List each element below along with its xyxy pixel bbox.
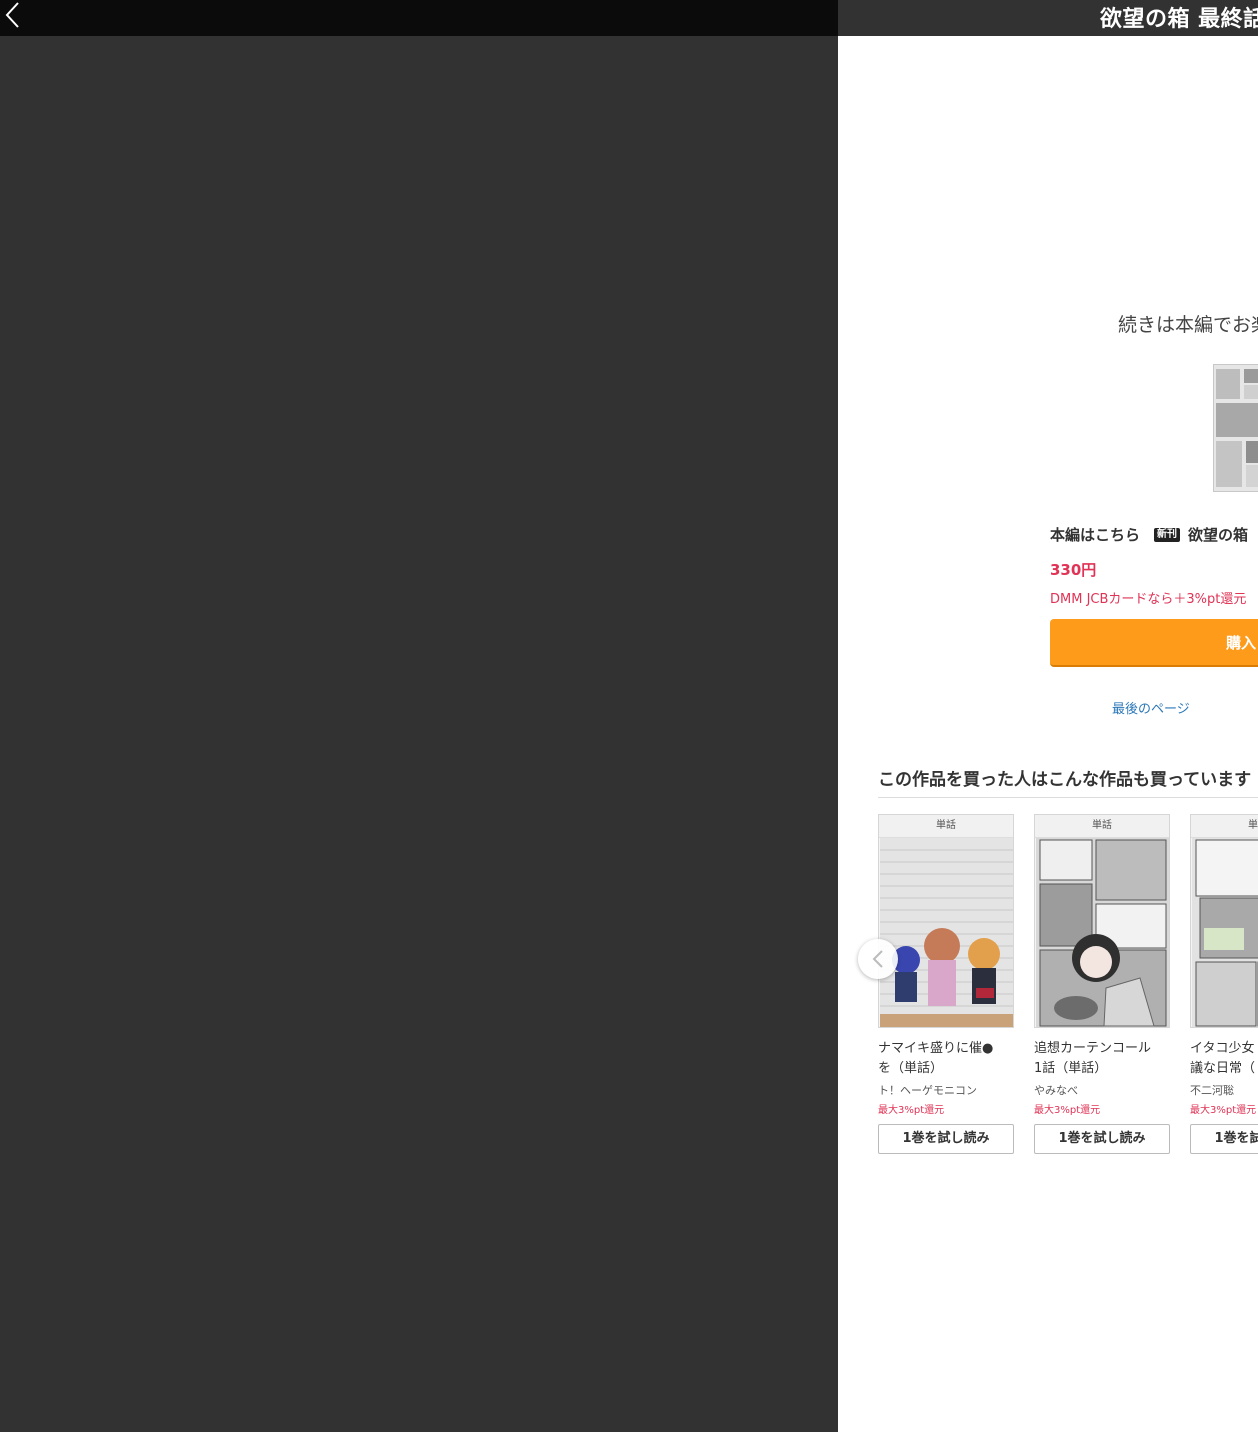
card-points: 最大3%pt還元 — [1034, 1105, 1101, 1116]
card-campaign-note: DMM JCBカードなら＋3%pt還元 — [1050, 592, 1247, 607]
recommendation-card[interactable]: 単話 追想カーテンコール 1話（単話） やみなべ 最大3%pt還元 1巻を試し読… — [1034, 814, 1170, 1154]
end-of-preview-panel: 続きは本編でお楽しみください 本編はこちら 新刊 欲望の箱 330円 DMM J… — [838, 36, 1258, 1432]
main-work-cover[interactable] — [1213, 364, 1258, 492]
recommendation-card[interactable]: 単話 ナマイキ盛りに催● を（単話） ト！ヘーゲモニコン 最大3%pt還元 1巻… — [878, 814, 1014, 1154]
card-title[interactable]: イタコ少女 議な日常（ — [1190, 1039, 1258, 1079]
chevron-left-icon — [872, 950, 883, 968]
card-title-line: を（単話） — [878, 1061, 944, 1076]
card-title-line: ナマイキ盛りに催● — [878, 1041, 994, 1056]
card-cover[interactable]: 単話 — [1034, 814, 1170, 1028]
back-button[interactable] — [0, 0, 24, 30]
main-work-row: 本編はこちら 新刊 欲望の箱 — [1050, 524, 1248, 545]
recommendation-card[interactable]: 単話 イタコ少女 議な日常（ 不二河聡 最大3%pt還元 1巻を試し読み — [1190, 814, 1258, 1154]
main-label: 本編はこちら — [1050, 526, 1141, 544]
new-badge: 新刊 — [1154, 527, 1181, 542]
trial-read-button[interactable]: 1巻を試し読み — [878, 1124, 1014, 1154]
card-points: 最大3%pt還元 — [878, 1105, 945, 1116]
card-title-line: 議な日常（ — [1190, 1061, 1256, 1076]
card-title-line: 追想カーテンコール — [1034, 1041, 1152, 1056]
buy-button-label: 購入 — [1226, 634, 1257, 652]
page-title: 欲望の箱 最終話 — [1100, 7, 1258, 32]
cover-image — [1192, 838, 1258, 1027]
chevron-left-icon — [5, 2, 19, 28]
card-title[interactable]: ナマイキ盛りに催● を（単話） — [878, 1039, 1014, 1079]
viewer-page-area[interactable] — [0, 36, 838, 1432]
trial-read-button[interactable]: 1巻を試し読み — [1190, 1124, 1258, 1154]
trial-read-button[interactable]: 1巻を試し読み — [1034, 1124, 1170, 1154]
card-author[interactable]: 不二河聡 — [1190, 1082, 1258, 1098]
cover-image — [880, 838, 1013, 1027]
cover-image — [1036, 838, 1169, 1027]
recommendations-heading: この作品を買った人はこんな作品も買っています — [878, 770, 1252, 790]
card-author[interactable]: ト！ヘーゲモニコン — [878, 1082, 1014, 1098]
continue-message: 続きは本編でお楽しみください — [1118, 314, 1258, 336]
price: 330円 — [1050, 561, 1097, 579]
cover-thumbnail — [1214, 365, 1258, 491]
card-author[interactable]: やみなべ — [1034, 1082, 1170, 1098]
card-title-line: イタコ少女 — [1190, 1041, 1255, 1056]
top-bar: 欲望の箱 最終話 — [0, 0, 1258, 36]
divider — [878, 797, 1258, 798]
card-cover[interactable]: 単話 — [1190, 814, 1258, 1028]
card-title[interactable]: 追想カーテンコール 1話（単話） — [1034, 1039, 1170, 1079]
card-tag: 単話 — [879, 815, 1013, 838]
card-tag: 単話 — [1191, 815, 1258, 838]
last-page-link[interactable]: 最後のページ — [1112, 698, 1190, 717]
carousel-prev-button[interactable] — [858, 939, 898, 979]
buy-button[interactable]: 購入 — [1050, 619, 1258, 667]
card-points: 最大3%pt還元 — [1190, 1105, 1257, 1116]
card-title-line: 1話（単話） — [1034, 1061, 1108, 1076]
main-work-title[interactable]: 欲望の箱 — [1188, 524, 1248, 545]
card-tag: 単話 — [1035, 815, 1169, 838]
card-cover[interactable]: 単話 — [878, 814, 1014, 1028]
